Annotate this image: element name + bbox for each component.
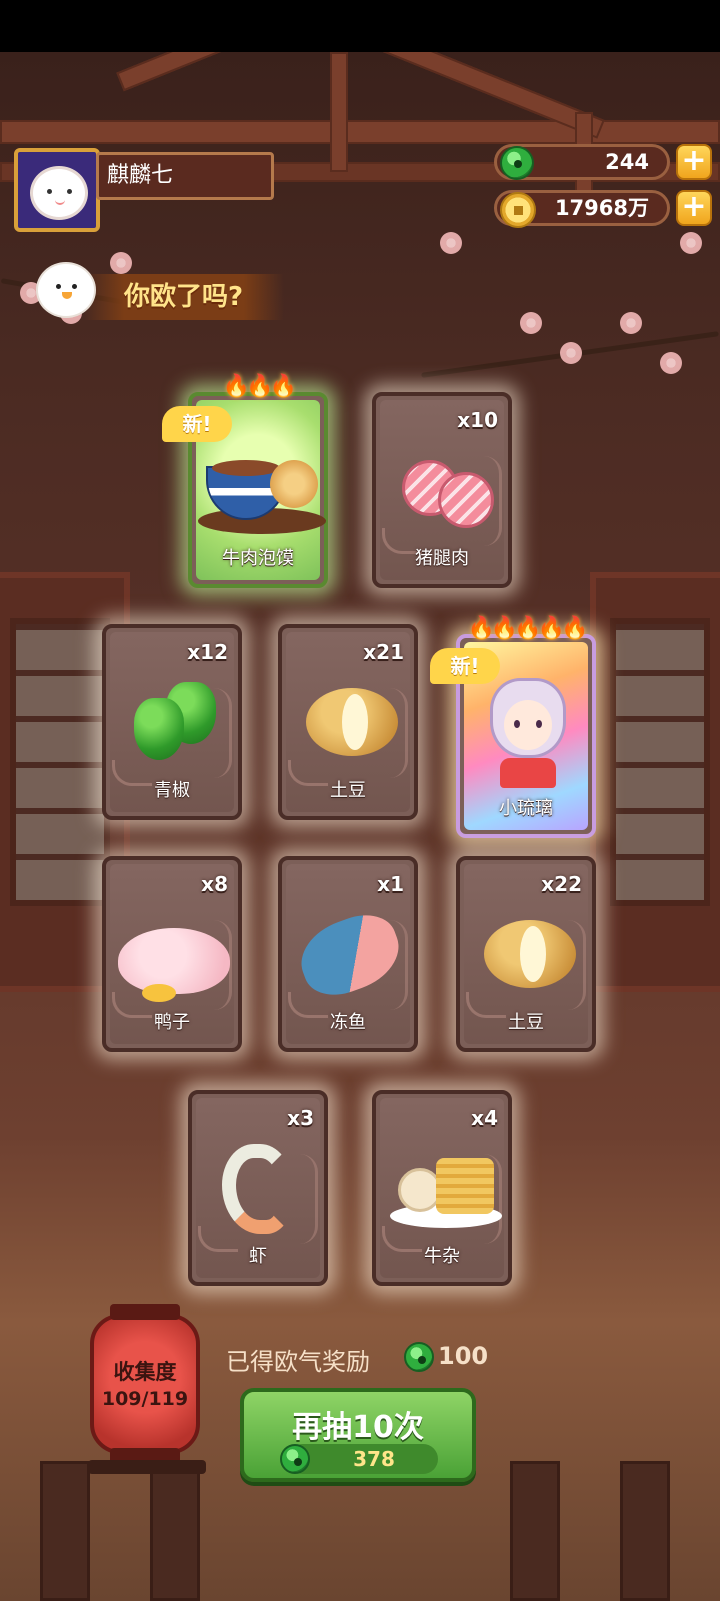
beef-tripe-icon bbox=[376, 1134, 508, 1244]
collection-label: 收集度 bbox=[113, 1360, 177, 1384]
status-bar bbox=[0, 0, 720, 52]
draw-again-button[interactable]: 再抽10次 378 bbox=[240, 1388, 476, 1482]
card-label: 土豆 bbox=[330, 780, 366, 801]
card-label: 鸭子 bbox=[154, 1012, 190, 1033]
add-gold-button[interactable]: + bbox=[676, 190, 712, 226]
green-pepper-icon bbox=[106, 668, 238, 778]
jade-icon bbox=[404, 1342, 434, 1372]
blossom bbox=[110, 252, 132, 274]
card-beef-tripe[interactable]: x4 牛杂 bbox=[372, 1090, 512, 1286]
card-pork-leg[interactable]: x10 猪腿肉 bbox=[372, 392, 512, 588]
card-potato-2[interactable]: x22 土豆 bbox=[456, 856, 596, 1052]
add-jade-button[interactable]: + bbox=[676, 144, 712, 180]
card-quantity: x22 bbox=[541, 872, 582, 896]
card-green-pepper[interactable]: x12 青椒 bbox=[102, 624, 242, 820]
card-quantity: x12 bbox=[187, 640, 228, 664]
blossom bbox=[660, 352, 682, 374]
jade-icon bbox=[500, 146, 534, 180]
cat-avatar-icon bbox=[30, 166, 88, 220]
card-label: 猪腿肉 bbox=[415, 548, 469, 569]
card-label: 土豆 bbox=[508, 1012, 544, 1033]
player-name: 麒麟七 bbox=[96, 152, 274, 200]
pillar bbox=[510, 1461, 560, 1601]
pillar bbox=[150, 1461, 200, 1601]
draw-button-label: 再抽10次 bbox=[292, 1410, 424, 1445]
collection-progress: 109/119 bbox=[101, 1388, 189, 1410]
character-portrait-icon bbox=[460, 678, 592, 788]
lantern-stand bbox=[88, 1460, 206, 1474]
card-label: 牛杂 bbox=[424, 1246, 460, 1267]
blossom bbox=[520, 312, 542, 334]
avatar[interactable] bbox=[14, 148, 100, 232]
pork-leg-icon bbox=[376, 436, 508, 546]
card-label: 虾 bbox=[249, 1246, 267, 1267]
window-right bbox=[590, 572, 720, 992]
reward-label: 已得欧气奖励 bbox=[226, 1348, 370, 1376]
blossom bbox=[560, 342, 582, 364]
blossom bbox=[440, 232, 462, 254]
card-label: 冻鱼 bbox=[330, 1012, 366, 1033]
draw-cost: 378 bbox=[288, 1444, 438, 1474]
card-potato[interactable]: x21 土豆 bbox=[278, 624, 418, 820]
card-quantity: x4 bbox=[471, 1106, 498, 1130]
gold-coin-icon bbox=[500, 192, 536, 228]
card-quantity: x1 bbox=[377, 872, 404, 896]
card-quantity: x8 bbox=[201, 872, 228, 896]
reward-value: 100 bbox=[438, 1342, 489, 1370]
jade-icon bbox=[280, 1444, 310, 1474]
beef-paomo-icon bbox=[192, 436, 326, 546]
pillar bbox=[40, 1461, 90, 1601]
blossom bbox=[680, 232, 702, 254]
roof-beam bbox=[0, 120, 720, 144]
card-label: 牛肉泡馍 bbox=[222, 548, 294, 569]
card-beef-paomo[interactable]: 🔥🔥🔥 新! 牛肉泡馍 bbox=[162, 374, 328, 588]
collection-lantern[interactable]: 收集度 109/119 bbox=[90, 1304, 200, 1464]
card-quantity: x10 bbox=[457, 408, 498, 432]
page-title: 你欧了吗? bbox=[84, 274, 284, 320]
chick-mascot-icon bbox=[36, 262, 96, 318]
card-quantity: x3 bbox=[287, 1106, 314, 1130]
potato-icon bbox=[460, 900, 592, 1010]
card-label: 青椒 bbox=[154, 780, 190, 801]
card-quantity: x21 bbox=[363, 640, 404, 664]
rarity-flames-icon: 🔥🔥🔥🔥🔥 bbox=[467, 616, 589, 641]
card-frozen-fish[interactable]: x1 冻鱼 bbox=[278, 856, 418, 1052]
roof-beam bbox=[330, 52, 348, 172]
potato-icon bbox=[282, 668, 414, 778]
card-label: 小琉璃 bbox=[499, 798, 553, 819]
card-xiao-liuli[interactable]: 🔥🔥🔥🔥🔥 新! 小琉璃 bbox=[430, 616, 596, 838]
card-shrimp[interactable]: x3 虾 bbox=[188, 1090, 328, 1286]
pillar bbox=[620, 1461, 670, 1601]
shrimp-icon bbox=[192, 1134, 324, 1244]
rarity-flames-icon: 🔥🔥🔥 bbox=[222, 374, 297, 399]
card-duck[interactable]: x8 鸭子 bbox=[102, 856, 242, 1052]
fish-icon bbox=[282, 900, 414, 1010]
roof-beam bbox=[116, 52, 365, 92]
duck-icon bbox=[106, 900, 238, 1010]
blossom bbox=[620, 312, 642, 334]
